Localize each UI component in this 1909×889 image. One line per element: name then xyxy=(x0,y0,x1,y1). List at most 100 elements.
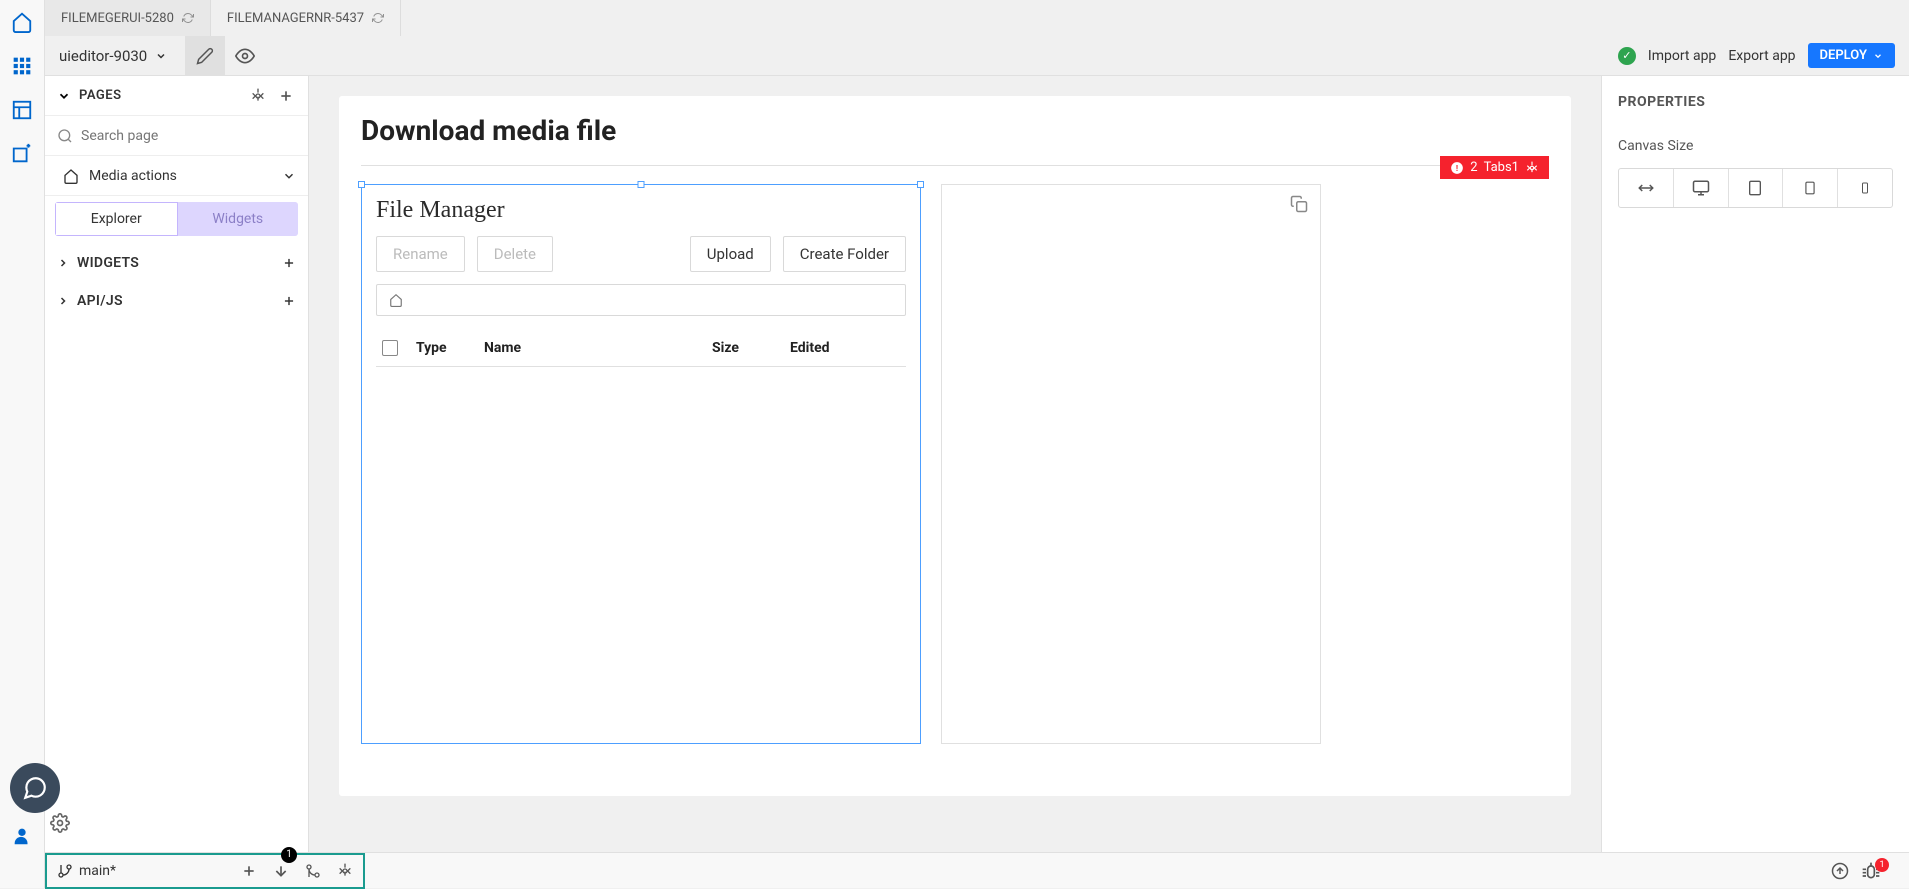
canvas-size-selector xyxy=(1618,168,1893,208)
size-auto[interactable] xyxy=(1619,169,1674,207)
branch-name: main* xyxy=(79,863,116,879)
plus-icon[interactable] xyxy=(282,294,296,308)
resize-handle[interactable] xyxy=(917,181,924,188)
editor-tab-1[interactable]: FILEMEGERUI-5280 xyxy=(45,0,211,36)
app-name: uieditor-9030 xyxy=(59,47,147,65)
size-mobile[interactable] xyxy=(1838,169,1892,207)
export-app-link[interactable]: Export app xyxy=(1728,48,1795,64)
plus-icon[interactable] xyxy=(282,256,296,270)
debug-button[interactable]: 1 xyxy=(1861,861,1895,881)
delete-button[interactable]: Delete xyxy=(477,236,553,272)
properties-title: PROPERTIES xyxy=(1618,94,1893,110)
settings-icon[interactable] xyxy=(248,86,268,106)
chevron-down-icon xyxy=(155,50,167,62)
create-folder-button[interactable]: Create Folder xyxy=(783,236,906,272)
error-icon: ! xyxy=(1450,161,1464,175)
search-pages[interactable] xyxy=(45,116,308,156)
select-all-checkbox[interactable] xyxy=(382,340,398,356)
col-edited[interactable]: Edited xyxy=(790,340,860,356)
auto-width-icon xyxy=(1637,179,1655,197)
panel-segment: Explorer Widgets xyxy=(55,202,298,236)
preview-button[interactable] xyxy=(225,36,265,76)
col-size[interactable]: Size xyxy=(712,340,772,356)
col-type[interactable]: Type xyxy=(416,340,466,356)
canvas-size-label: Canvas Size xyxy=(1618,138,1893,154)
upload-circle-icon[interactable] xyxy=(1831,862,1849,880)
tab-label: FILEMANAGERNR-5437 xyxy=(227,11,364,26)
size-desktop[interactable] xyxy=(1674,169,1729,207)
page-label: Media actions xyxy=(89,168,177,184)
refresh-icon[interactable] xyxy=(182,12,194,24)
gear-icon[interactable] xyxy=(1525,161,1539,175)
plus-icon[interactable] xyxy=(241,863,257,879)
layout-icon[interactable] xyxy=(10,98,34,122)
file-manager-toolbar: Rename Delete Upload Create Folder xyxy=(376,236,906,272)
gear-icon[interactable] xyxy=(337,863,353,879)
left-panel: PAGES Media actions xyxy=(45,76,309,888)
pages-header: PAGES xyxy=(45,76,308,116)
tablet-portrait-icon xyxy=(1803,179,1817,197)
segment-widgets[interactable]: Widgets xyxy=(178,202,299,236)
file-manager-widget[interactable]: File Manager Rename Delete Upload Create… xyxy=(361,184,921,744)
side-widget[interactable] xyxy=(941,184,1321,744)
size-tablet-landscape[interactable] xyxy=(1729,169,1784,207)
size-tablet-portrait[interactable] xyxy=(1783,169,1838,207)
apps-grid-icon[interactable] xyxy=(10,54,34,78)
resize-handle[interactable] xyxy=(638,181,645,188)
editor-tabs: FILEMEGERUI-5280 FILEMANAGERNR-5437 xyxy=(45,0,1909,36)
search-input[interactable] xyxy=(81,128,296,144)
file-manager-title: File Manager xyxy=(376,197,906,224)
chevron-down-icon[interactable] xyxy=(282,169,296,183)
deploy-button[interactable]: DEPLOY xyxy=(1808,43,1895,68)
rename-button[interactable]: Rename xyxy=(376,236,465,272)
import-app-link[interactable]: Import app xyxy=(1648,48,1716,64)
tree-label: API/JS xyxy=(77,293,123,309)
segment-explorer[interactable]: Explorer xyxy=(55,202,178,236)
copy-icon[interactable] xyxy=(1290,195,1308,213)
tree-label: WIDGETS xyxy=(77,255,139,271)
settings-gear-icon[interactable] xyxy=(50,813,70,833)
tab-label: FILEMEGERUI-5280 xyxy=(61,11,174,26)
new-page-icon[interactable] xyxy=(10,142,34,166)
edit-mode-button[interactable] xyxy=(185,36,225,76)
chevron-down-icon[interactable] xyxy=(57,89,71,103)
canvas-area[interactable]: Download media file ! 2 Tabs1 xyxy=(309,76,1601,888)
chevron-right-icon xyxy=(57,257,69,269)
user-icon[interactable] xyxy=(10,824,34,848)
chevron-right-icon xyxy=(57,295,69,307)
page-item-media-actions[interactable]: Media actions xyxy=(45,156,308,196)
canvas-card: Download media file ! 2 Tabs1 xyxy=(339,96,1571,796)
home-icon[interactable] xyxy=(389,293,403,307)
search-icon xyxy=(57,128,73,144)
refresh-icon[interactable] xyxy=(372,12,384,24)
col-name[interactable]: Name xyxy=(484,340,694,356)
home-icon[interactable] xyxy=(10,10,34,34)
editor-tab-2[interactable]: FILEMANAGERNR-5437 xyxy=(211,0,401,36)
bottom-bar: main* 1 1 xyxy=(45,852,1909,888)
deploy-label: DEPLOY xyxy=(1820,48,1867,63)
tree-apijs[interactable]: API/JS xyxy=(45,282,308,320)
resize-handle[interactable] xyxy=(358,181,365,188)
app-selector[interactable]: uieditor-9030 xyxy=(45,47,185,65)
branch-icon xyxy=(57,863,73,879)
pull-icon[interactable] xyxy=(273,863,289,879)
status-ok-icon: ✓ xyxy=(1618,47,1636,65)
error-count: 2 xyxy=(1470,160,1477,175)
git-branch[interactable]: main* xyxy=(57,863,116,879)
chat-icon[interactable] xyxy=(10,763,60,813)
upload-button[interactable]: Upload xyxy=(690,236,771,272)
app-header: uieditor-9030 ✓ Import app Export app DE… xyxy=(45,36,1909,76)
pages-title: PAGES xyxy=(79,88,240,103)
desktop-icon xyxy=(1692,179,1710,197)
add-page-button[interactable] xyxy=(276,86,296,106)
properties-panel: PROPERTIES Canvas Size xyxy=(1601,76,1909,888)
git-panel[interactable]: main* 1 xyxy=(45,853,365,889)
git-changes-badge: 1 xyxy=(281,847,297,863)
page-title: Download media file xyxy=(361,114,1549,147)
file-table-header: Type Name Size Edited xyxy=(376,330,906,367)
error-badge[interactable]: ! 2 Tabs1 xyxy=(1440,156,1549,179)
home-icon xyxy=(63,168,79,184)
tree-widgets[interactable]: WIDGETS xyxy=(45,244,308,282)
merge-icon[interactable] xyxy=(305,863,321,879)
breadcrumb[interactable] xyxy=(376,284,906,316)
